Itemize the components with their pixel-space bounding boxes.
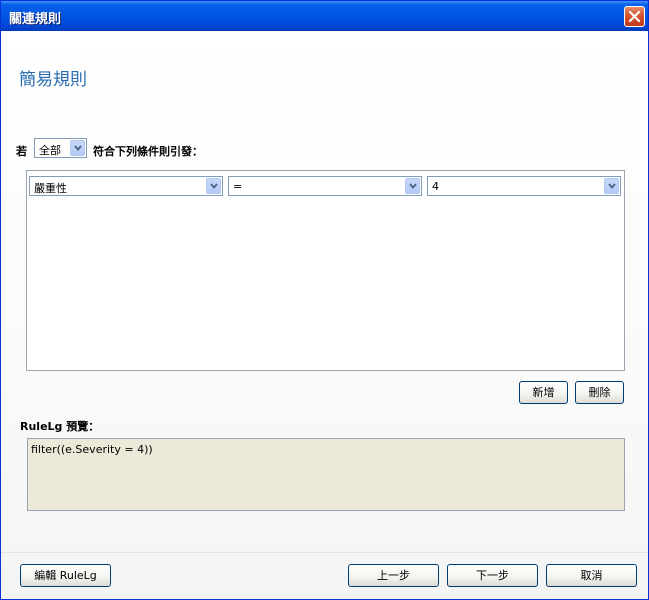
rulelg-preview-box: filter((e.Severity = 4)) <box>27 438 625 511</box>
dialog-window: 關連規則 簡易規則 若 全部 符合下列條件則引發： 嚴重性 = 4 新增 刪除 … <box>0 0 649 600</box>
condition-field-select[interactable]: 嚴重性 <box>29 176 223 196</box>
back-button[interactable]: 上一步 <box>348 564 439 587</box>
condition-suffix-label: 符合下列條件則引發： <box>93 145 203 158</box>
condition-prefix-label: 若 <box>16 145 27 158</box>
page-title: 簡易規則 <box>19 70 87 90</box>
chevron-down-icon <box>210 183 218 189</box>
close-icon <box>628 10 641 23</box>
title-bar[interactable]: 關連規則 <box>1 1 648 31</box>
add-condition-button[interactable]: 新增 <box>519 381 568 404</box>
condition-operator-dropdown-button[interactable] <box>405 178 420 194</box>
condition-operator-select[interactable]: = <box>228 176 422 196</box>
condition-field-value: 嚴重性 <box>34 182 67 195</box>
footer-divider <box>1 552 648 553</box>
edit-rulelg-button[interactable]: 編輯 RuleLg <box>20 564 111 587</box>
condition-field-dropdown-button[interactable] <box>206 178 221 194</box>
cancel-button[interactable]: 取消 <box>546 564 637 587</box>
match-mode-select[interactable]: 全部 <box>34 138 87 158</box>
condition-operator-value: = <box>233 180 243 193</box>
chevron-down-icon <box>74 145 82 151</box>
chevron-down-icon <box>409 183 417 189</box>
preview-label: RuleLg 預覽： <box>20 420 100 433</box>
window-title: 關連規則 <box>9 12 62 27</box>
condition-value-value: 4 <box>432 180 439 193</box>
rulelg-preview-text: filter((e.Severity = 4)) <box>31 443 153 456</box>
dialog-content: 簡易規則 若 全部 符合下列條件則引發： 嚴重性 = 4 新增 刪除 RuleL… <box>1 31 648 599</box>
condition-value-select[interactable]: 4 <box>427 176 621 196</box>
delete-condition-button[interactable]: 刪除 <box>575 381 624 404</box>
next-button[interactable]: 下一步 <box>447 564 538 587</box>
condition-value-dropdown-button[interactable] <box>604 178 619 194</box>
match-mode-value: 全部 <box>39 144 61 157</box>
match-mode-dropdown-button[interactable] <box>70 140 85 156</box>
conditions-list: 嚴重性 = 4 <box>26 170 625 371</box>
close-button[interactable] <box>624 6 645 27</box>
chevron-down-icon <box>608 183 616 189</box>
